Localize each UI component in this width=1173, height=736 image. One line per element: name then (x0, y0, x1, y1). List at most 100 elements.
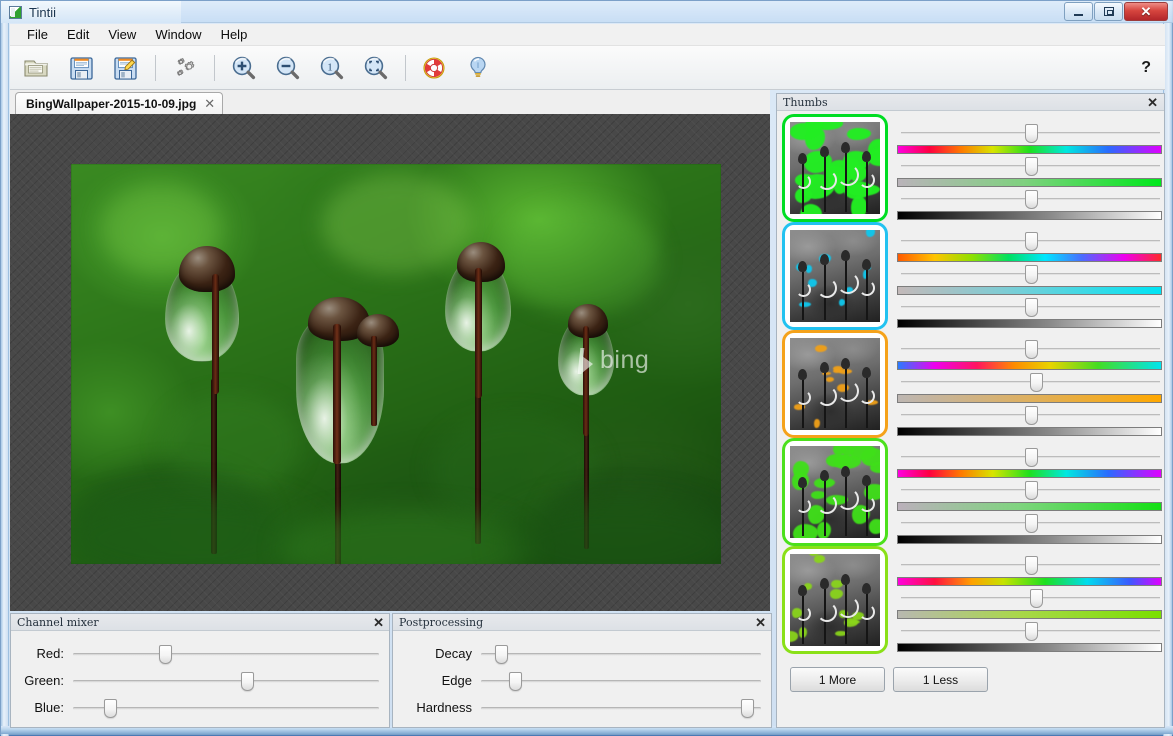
close-icon: ✕ (1141, 5, 1152, 18)
channel-mixer-close-icon[interactable]: ✕ (373, 616, 384, 629)
green-slider-thumb[interactable] (241, 672, 254, 691)
postprocessing-header: Postprocessing ✕ (393, 614, 771, 631)
thumb-orange[interactable] (785, 333, 885, 435)
toolbar-separator-3 (405, 55, 406, 81)
zoom-in-button[interactable] (224, 49, 264, 87)
zoom-fit-button[interactable] (356, 49, 396, 87)
thumb-slider-group (897, 441, 1164, 544)
thumb-hue-handle[interactable] (1025, 448, 1038, 467)
thumb-hue-gradient-bar (897, 253, 1162, 262)
thumb-luminance-handle[interactable] (1025, 298, 1038, 317)
thumb-saturation-handle[interactable] (1025, 157, 1038, 176)
thumb-hue-slider[interactable] (897, 121, 1164, 154)
tab-close-icon[interactable]: ✕ (204, 96, 215, 112)
zoom-out-button[interactable] (268, 49, 308, 87)
edge-slider[interactable] (481, 671, 761, 691)
thumb-green-heavy[interactable] (785, 117, 885, 219)
thumb-hue-gradient-bar (897, 469, 1162, 478)
menu-item-edit[interactable]: Edit (58, 24, 98, 45)
menu-item-help[interactable]: Help (212, 24, 257, 45)
thumb-droplet-arc (859, 388, 875, 404)
window-controls: ✕ (1064, 2, 1168, 21)
thumb-luminance-slider[interactable] (897, 403, 1164, 436)
thumb-luminance-slider[interactable] (897, 619, 1164, 652)
thumb-green-mid[interactable] (785, 441, 885, 543)
thumb-hue-slider[interactable] (897, 337, 1164, 370)
menu-item-window[interactable]: Window (146, 24, 210, 45)
thumb-saturation-handle[interactable] (1025, 265, 1038, 284)
thumb-yellowgreen[interactable] (785, 549, 885, 651)
thumb-luminance-slider[interactable] (897, 187, 1164, 220)
red-slider[interactable] (73, 644, 379, 664)
decay-slider-track (481, 653, 761, 656)
thumb-luminance-gradient-bar (897, 211, 1162, 220)
thumb-saturation-slider[interactable] (897, 262, 1164, 295)
thumb-hue-slider[interactable] (897, 445, 1164, 478)
edge-slider-thumb[interactable] (509, 672, 522, 691)
zoom-actual-size-button[interactable]: 1 (312, 49, 352, 87)
thumb-luminance-slider[interactable] (897, 511, 1164, 544)
image-canvas[interactable]: bing (10, 114, 770, 611)
one-less-button[interactable]: 1 Less (893, 667, 988, 692)
thumb-luminance-handle[interactable] (1025, 406, 1038, 425)
thumb-luminance-handle[interactable] (1025, 190, 1038, 209)
hardness-slider-label: Hardness (403, 700, 481, 715)
thumb-hue-slider[interactable] (897, 553, 1164, 586)
thumb-tint-blob (814, 419, 820, 429)
close-button[interactable]: ✕ (1124, 2, 1168, 21)
thumb-hue-slider[interactable] (897, 229, 1164, 262)
save-button[interactable] (62, 49, 102, 87)
thumb-saturation-slider[interactable] (897, 586, 1164, 619)
minimize-button[interactable] (1064, 2, 1093, 21)
thumb-hue-handle[interactable] (1025, 340, 1038, 359)
blue-slider-thumb[interactable] (104, 699, 117, 718)
thumb-hue-handle[interactable] (1025, 232, 1038, 251)
menu-item-view[interactable]: View (99, 24, 145, 45)
thumb-slider-group (897, 117, 1164, 220)
restore-button[interactable] (1094, 2, 1123, 21)
thumbs-actions: 1 More 1 Less (777, 657, 1164, 692)
thumb-hue-gradient-bar (897, 361, 1162, 370)
thumb-droplet-arc (817, 494, 837, 514)
tab-bingwallpaper[interactable]: BingWallpaper-2015-10-09.jpg ✕ (15, 92, 223, 114)
thumb-hue-gradient-bar (897, 577, 1162, 586)
thumb-saturation-slider[interactable] (897, 370, 1164, 403)
thumb-cyan[interactable] (785, 225, 885, 327)
thumb-luminance-gradient-bar (897, 427, 1162, 436)
blue-slider[interactable] (73, 698, 379, 718)
open-file-button[interactable] (18, 49, 58, 87)
decay-slider[interactable] (481, 644, 761, 664)
channel-mixer-red-row: Red: (21, 640, 379, 667)
settings-button[interactable] (165, 49, 205, 87)
thumbs-close-icon[interactable]: ✕ (1147, 96, 1158, 109)
decay-slider-thumb[interactable] (495, 645, 508, 664)
one-more-button[interactable]: 1 More (790, 667, 885, 692)
thumb-cap (798, 585, 807, 596)
window-frame-left (1, 1, 9, 736)
thumb-luminance-slider[interactable] (897, 295, 1164, 328)
thumb-saturation-slider[interactable] (897, 478, 1164, 511)
thumb-droplet-arc (817, 386, 837, 406)
channel-mixer-panel: Channel mixer ✕ Red: Green: Blue: (10, 613, 390, 728)
postprocessing-close-icon[interactable]: ✕ (755, 616, 766, 629)
thumb-hue-handle[interactable] (1025, 556, 1038, 575)
thumb-luminance-handle[interactable] (1025, 622, 1038, 641)
hardness-slider[interactable] (481, 698, 761, 718)
thumb-luminance-handle[interactable] (1025, 514, 1038, 533)
thumb-saturation-handle[interactable] (1025, 481, 1038, 500)
thumb-row (785, 117, 1164, 225)
thumb-hue-handle[interactable] (1025, 124, 1038, 143)
red-slider-thumb[interactable] (159, 645, 172, 664)
save-as-button[interactable] (106, 49, 146, 87)
menu-item-file[interactable]: File (18, 24, 57, 45)
hardness-slider-thumb[interactable] (741, 699, 754, 718)
thumb-saturation-handle[interactable] (1030, 373, 1043, 392)
thumb-cap (798, 261, 807, 272)
thumb-saturation-handle[interactable] (1030, 589, 1043, 608)
toolbar-help-hint[interactable]: ? (1141, 59, 1151, 77)
support-button[interactable] (415, 49, 455, 87)
thumb-droplet-arc (817, 602, 837, 622)
thumb-saturation-slider[interactable] (897, 154, 1164, 187)
green-slider[interactable] (73, 671, 379, 691)
tips-button[interactable] (459, 49, 499, 87)
